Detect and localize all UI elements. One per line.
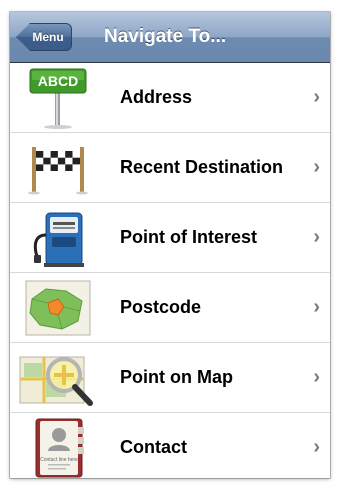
list-item-recent-destination[interactable]: Recent Destination ›	[10, 133, 330, 203]
chevron-right-icon: ›	[313, 156, 320, 178]
app-window: Menu Navigate To... ABCD Address › Recen…	[10, 12, 330, 478]
address-book-icon: Contact line here	[18, 417, 98, 478]
list-item-label: Address	[120, 87, 193, 107]
page-title: Navigate To...	[104, 26, 227, 47]
list-item-point-on-map[interactable]: Point on Map ›	[10, 343, 330, 413]
list-item-label: Recent Destination	[120, 157, 284, 177]
checkered-flag-icon	[18, 137, 98, 199]
fuel-pump-icon	[18, 207, 98, 269]
chevron-right-icon: ›	[313, 296, 320, 318]
list-item-contact[interactable]: Contact line here Contact ›	[10, 413, 330, 478]
list-item-label: Point on Map	[120, 367, 233, 387]
list-item-label: Postcode	[120, 297, 202, 317]
address-sign-icon: ABCD	[18, 67, 98, 129]
chevron-right-icon: ›	[313, 86, 320, 108]
list-item-address[interactable]: ABCD Address ›	[10, 63, 330, 133]
magnifier-map-icon	[18, 347, 98, 409]
list-item-label: Point of Interest	[120, 227, 258, 247]
list-item-label: Contact	[120, 437, 187, 457]
chevron-right-icon: ›	[313, 436, 320, 458]
svg-text:ABCD: ABCD	[38, 73, 78, 89]
list-item-point-of-interest[interactable]: Point of Interest ›	[10, 203, 330, 273]
svg-text:Contact line here: Contact line here	[40, 457, 78, 463]
list-item-postcode[interactable]: Postcode ›	[10, 273, 330, 343]
navigation-bar: Menu Navigate To...	[10, 12, 330, 63]
postcode-map-icon	[18, 277, 98, 339]
menu-back-button[interactable]: Menu	[16, 23, 72, 51]
destination-list: ABCD Address › Recent Destination › Poin…	[10, 63, 330, 478]
chevron-right-icon: ›	[313, 366, 320, 388]
chevron-right-icon: ›	[313, 226, 320, 248]
